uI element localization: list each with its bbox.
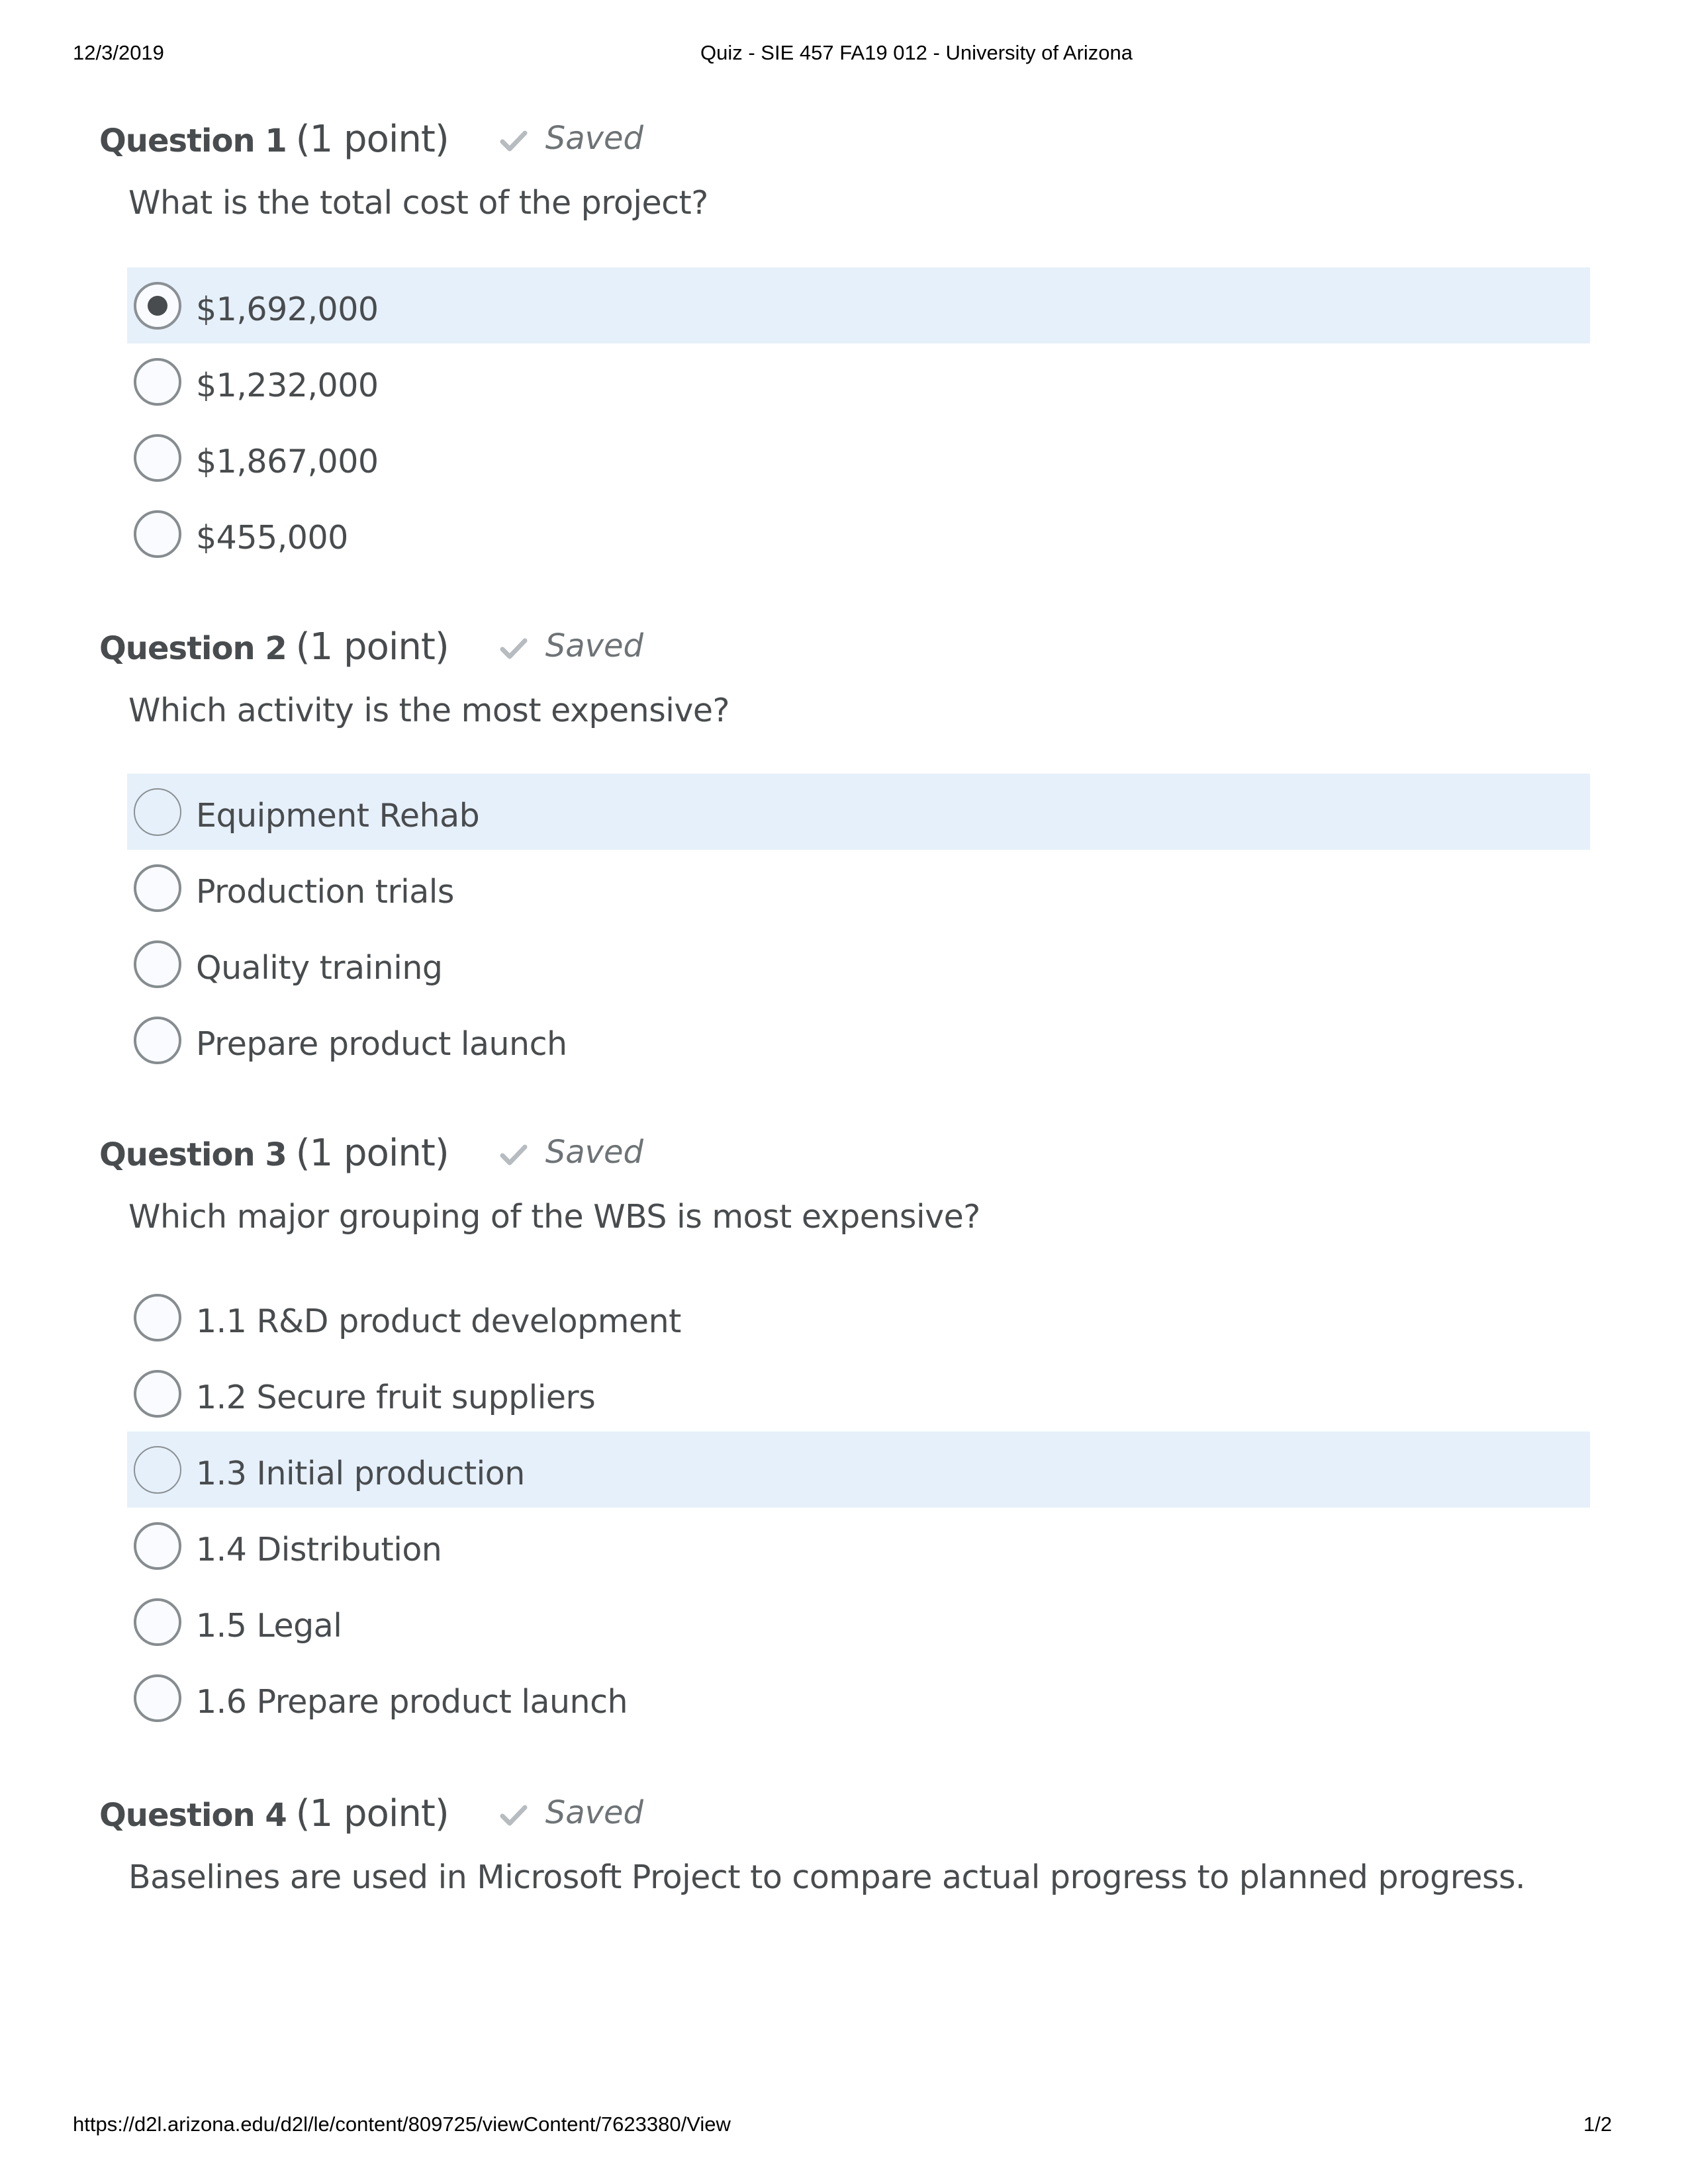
answer-options: 1.1 R&D product development 1.2 Secure f… — [127, 1279, 1590, 1736]
saved-label: Saved — [545, 1134, 644, 1171]
question-text: Which major grouping of the WBS is most … — [128, 1198, 980, 1236]
answer-option[interactable]: $1,867,000 — [127, 420, 1590, 496]
radio-button[interactable] — [134, 1598, 181, 1646]
radio-button[interactable] — [134, 1369, 181, 1418]
option-label[interactable]: $1,692,000 — [196, 291, 379, 328]
saved-status: Saved — [499, 120, 643, 157]
print-footer: https://d2l.arizona.edu/d2l/le/content/8… — [0, 2113, 1688, 2139]
saved-label: Saved — [545, 1794, 644, 1831]
radio-button-selected[interactable] — [134, 281, 181, 330]
radio-button[interactable] — [134, 864, 181, 912]
option-label[interactable]: 1.4 Distribution — [196, 1531, 442, 1569]
saved-label: Saved — [545, 627, 644, 664]
print-page-title: Quiz - SIE 457 FA19 012 - University of … — [700, 41, 1133, 64]
answer-option[interactable]: 1.4 Distribution — [127, 1508, 1590, 1584]
question-heading: Question 2 (1 point) Saved — [99, 625, 643, 672]
saved-status: Saved — [499, 1794, 643, 1831]
option-label[interactable]: 1.1 R&D product development — [196, 1302, 681, 1340]
option-label[interactable]: 1.3 Initial production — [196, 1455, 525, 1492]
option-label[interactable]: $1,232,000 — [196, 367, 379, 404]
question-heading: Question 4 (1 point) Saved — [99, 1792, 643, 1839]
answer-option[interactable]: $1,232,000 — [127, 343, 1590, 420]
radio-button[interactable] — [134, 788, 181, 836]
saved-status: Saved — [499, 1134, 643, 1171]
radio-button[interactable] — [134, 433, 181, 482]
question-points: (1 point) — [295, 1132, 449, 1175]
page-number: 1/2 — [1583, 2113, 1613, 2136]
option-label[interactable]: 1.2 Secure fruit suppliers — [196, 1379, 596, 1416]
answer-option[interactable]: $455,000 — [127, 496, 1590, 572]
saved-status: Saved — [499, 627, 643, 664]
print-header: 12/3/2019 Quiz - SIE 457 FA19 012 - Univ… — [0, 41, 1688, 68]
radio-button[interactable] — [134, 357, 181, 406]
option-label[interactable]: Equipment Rehab — [196, 797, 480, 835]
option-label[interactable]: $455,000 — [196, 519, 348, 557]
answer-option[interactable]: Equipment Rehab — [127, 774, 1590, 850]
radio-button[interactable] — [134, 1016, 181, 1064]
radio-dot-icon — [148, 295, 167, 316]
answer-option[interactable]: Production trials — [127, 850, 1590, 926]
option-label[interactable]: Production trials — [196, 873, 454, 911]
check-icon — [500, 130, 528, 152]
option-label[interactable]: Quality training — [196, 949, 443, 987]
answer-option[interactable]: 1.5 Legal — [127, 1584, 1590, 1660]
answer-option[interactable]: 1.3 Initial production — [127, 1432, 1590, 1508]
check-icon — [500, 1144, 528, 1165]
option-label[interactable]: 1.6 Prepare product launch — [196, 1683, 628, 1721]
option-label[interactable]: 1.5 Legal — [196, 1607, 342, 1645]
option-label[interactable]: $1,867,000 — [196, 443, 379, 480]
print-date: 12/3/2019 — [73, 41, 164, 64]
answer-option[interactable]: 1.2 Secure fruit suppliers — [127, 1355, 1590, 1432]
question-heading: Question 3 (1 point) Saved — [99, 1132, 643, 1178]
radio-button[interactable] — [134, 940, 181, 988]
answer-option[interactable]: 1.1 R&D product development — [127, 1279, 1590, 1355]
question-number: Question 1 — [99, 122, 287, 159]
option-label[interactable]: Prepare product launch — [196, 1025, 567, 1063]
question-heading: Question 1 (1 point) Saved — [99, 118, 643, 164]
question-text: What is the total cost of the project? — [128, 184, 708, 222]
question-points: (1 point) — [295, 625, 449, 668]
saved-label: Saved — [545, 120, 644, 157]
question-number: Question 3 — [99, 1136, 287, 1173]
radio-button[interactable] — [134, 1674, 181, 1722]
question-number: Question 4 — [99, 1797, 287, 1834]
answer-option[interactable]: $1,692,000 — [127, 267, 1590, 343]
answer-option[interactable]: Prepare product launch — [127, 1002, 1590, 1078]
question-text: Baselines are used in Microsoft Project … — [128, 1858, 1526, 1896]
question-number: Question 2 — [99, 630, 287, 667]
radio-button[interactable] — [134, 1522, 181, 1570]
radio-button[interactable] — [134, 1293, 181, 1342]
answer-options: Equipment Rehab Production trials Qualit… — [127, 774, 1590, 1078]
answer-options: $1,692,000 $1,232,000 $1,867,000 $455,00… — [127, 267, 1590, 572]
print-url: https://d2l.arizona.edu/d2l/le/content/8… — [73, 2113, 731, 2136]
check-icon — [500, 1805, 528, 1826]
answer-option[interactable]: Quality training — [127, 926, 1590, 1002]
question-points: (1 point) — [295, 118, 449, 161]
answer-option[interactable]: 1.6 Prepare product launch — [127, 1660, 1590, 1736]
question-text: Which activity is the most expensive? — [128, 692, 730, 729]
radio-button[interactable] — [134, 510, 181, 558]
radio-button[interactable] — [134, 1445, 181, 1494]
check-icon — [500, 638, 528, 659]
question-points: (1 point) — [295, 1792, 449, 1835]
